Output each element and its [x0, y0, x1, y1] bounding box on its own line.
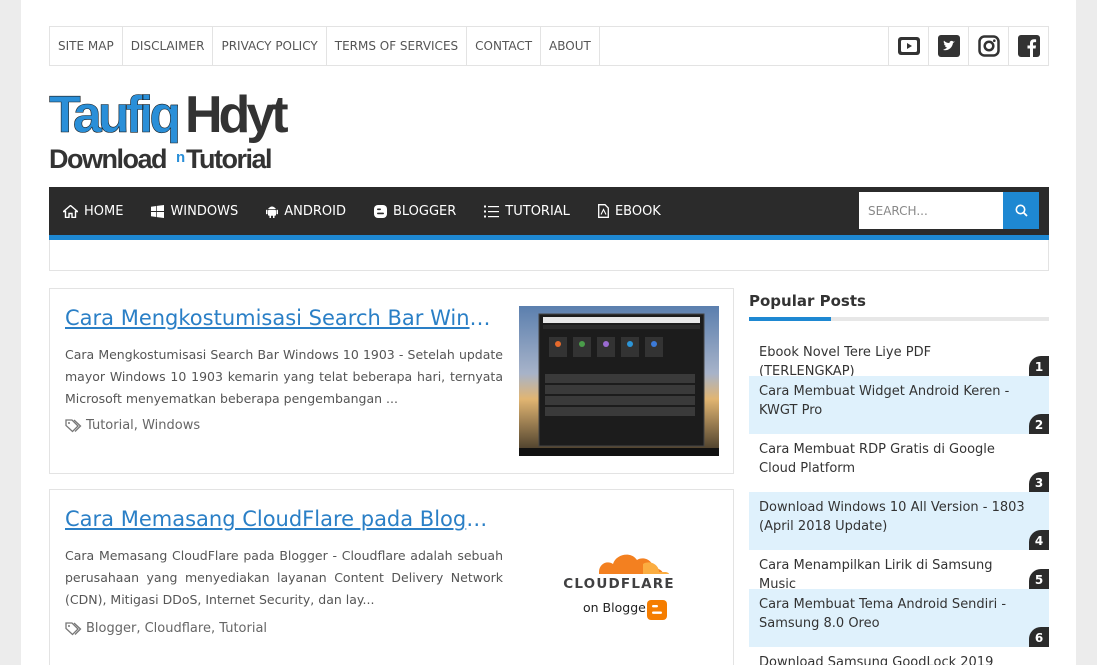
logo-text-n: n	[176, 149, 185, 166]
post-title[interactable]: Cara Mengkostumisasi Search Bar Windows …	[65, 306, 495, 330]
nav-blogger-label: BLOGGER	[392, 203, 457, 219]
main-nav: HOME WINDOWS ANDROID BLOGGER TUTORIAL EB…	[49, 187, 1049, 240]
android-icon	[266, 206, 279, 218]
nav-windows-label: WINDOWS	[170, 203, 239, 219]
nav-android-label: ANDROID	[284, 203, 346, 219]
tag-link[interactable]: Windows	[142, 418, 200, 433]
popular-post-rank: 4	[1029, 530, 1049, 550]
blogger-logo-icon	[647, 600, 667, 620]
top-nav-disclaimer[interactable]: DISCLAIMER	[123, 27, 214, 65]
popular-post-rank: 3	[1029, 472, 1049, 492]
tag-icon	[65, 621, 82, 635]
logo-text-taufiq: Taufiq	[49, 86, 178, 144]
tag-link[interactable]: Cloudflare	[145, 621, 211, 636]
popular-post-item[interactable]: Cara Membuat RDP Gratis di Google Cloud …	[749, 434, 1049, 492]
post-excerpt: Cara Mengkostumisasi Search Bar Windows …	[65, 347, 503, 406]
top-nav-sitemap[interactable]: SITE MAP	[50, 27, 123, 65]
facebook-icon[interactable]	[1008, 27, 1048, 65]
search-input[interactable]	[859, 192, 1003, 229]
popular-posts-title: Popular Posts	[749, 288, 1049, 321]
top-nav-about[interactable]: ABOUT	[541, 27, 600, 65]
post-card: Cara Memasang CloudFlare pada Blogger Ca…	[49, 489, 734, 665]
popular-post-item[interactable]: Download Windows 10 All Version - 1803 (…	[749, 492, 1049, 550]
search-button[interactable]	[1003, 192, 1039, 229]
youtube-icon[interactable]	[888, 27, 928, 65]
logo-text-download: Download	[49, 144, 166, 174]
post-thumbnail[interactable]: CLOUDFLARE on Blogger	[519, 542, 719, 632]
file-pdf-icon	[597, 204, 609, 218]
popular-post-link[interactable]: Cara Membuat Widget Android Keren - KWGT…	[759, 384, 1009, 418]
windows-icon	[151, 204, 165, 218]
main-menu: HOME WINDOWS ANDROID BLOGGER TUTORIAL EB…	[49, 187, 675, 235]
on-blogger-text: on Blogger	[583, 600, 652, 615]
popular-posts-list: Ebook Novel Tere Liye PDF (TERLENGKAP) 1…	[749, 337, 1049, 665]
popular-post-rank: 2	[1029, 414, 1049, 434]
list-icon	[484, 205, 500, 217]
popular-post-rank: 5	[1029, 569, 1049, 589]
nav-android[interactable]: ANDROID	[252, 187, 360, 235]
sub-nav-strip	[49, 240, 1049, 271]
top-nav-terms[interactable]: TERMS OF SERVICES	[327, 27, 468, 65]
popular-post-link[interactable]: Cara Membuat RDP Gratis di Google Cloud …	[759, 442, 995, 476]
popular-post-link[interactable]: Ebook Novel Tere Liye PDF (TERLENGKAP)	[759, 345, 931, 379]
nav-tutorial-label: TUTORIAL	[505, 203, 570, 219]
popular-post-rank: 6	[1029, 627, 1049, 647]
top-nav-privacy-policy[interactable]: PRIVACY POLICY	[213, 27, 327, 65]
sidebar: Popular Posts Ebook Novel Tere Liye PDF …	[749, 288, 1049, 665]
page: SITE MAP DISCLAIMER PRIVACY POLICY TERMS…	[21, 0, 1076, 665]
social-links	[888, 27, 1048, 65]
home-icon	[63, 204, 78, 218]
instagram-icon[interactable]	[968, 27, 1008, 65]
post-title[interactable]: Cara Memasang CloudFlare pada Blogger	[65, 507, 495, 531]
site-logo[interactable]: Taufiq Hdyt Download n Tutorial	[49, 80, 303, 174]
top-nav: SITE MAP DISCLAIMER PRIVACY POLICY TERMS…	[50, 27, 600, 65]
nav-ebook-label: EBOOK	[614, 203, 661, 219]
search-form	[859, 192, 1039, 229]
cloudflare-brand-text: CLOUDFLARE	[563, 576, 675, 592]
tag-link[interactable]: Tutorial	[219, 621, 267, 636]
popular-post-item[interactable]: Cara Membuat Widget Android Keren - KWGT…	[749, 376, 1049, 434]
post-thumbnail[interactable]	[519, 306, 719, 456]
nav-ebook[interactable]: EBOOK	[584, 187, 675, 235]
tag-link[interactable]: Tutorial	[86, 418, 134, 433]
popular-post-item[interactable]: Cara Menampilkan Lirik di Samsung Music …	[749, 550, 1049, 592]
popular-post-link[interactable]: Download Windows 10 All Version - 1803 (…	[759, 500, 1025, 534]
search-icon	[1015, 204, 1028, 217]
blogger-icon	[373, 204, 387, 218]
post-tags: Blogger, Cloudflare, Tutorial	[65, 621, 365, 636]
top-nav-contact[interactable]: CONTACT	[467, 27, 542, 65]
top-bar: SITE MAP DISCLAIMER PRIVACY POLICY TERMS…	[49, 26, 1049, 66]
popular-post-link[interactable]: Download Samsung GoodLock 2019	[759, 655, 993, 665]
nav-home[interactable]: HOME	[49, 187, 137, 235]
nav-tutorial[interactable]: TUTORIAL	[470, 187, 584, 235]
nav-home-label: HOME	[84, 203, 124, 219]
tag-icon	[65, 418, 82, 432]
popular-post-link[interactable]: Cara Menampilkan Lirik di Samsung Music	[759, 558, 993, 592]
twitter-icon[interactable]	[928, 27, 968, 65]
nav-windows[interactable]: WINDOWS	[137, 187, 252, 235]
logo-text-hdyt: Hdyt	[185, 86, 288, 144]
post-tags: Tutorial, Windows	[65, 418, 365, 433]
popular-post-item[interactable]: Ebook Novel Tere Liye PDF (TERLENGKAP) 1	[749, 337, 1049, 379]
popular-post-item[interactable]: Cara Membuat Tema Android Sendiri - Sams…	[749, 589, 1049, 647]
popular-post-rank: 1	[1029, 356, 1049, 376]
nav-blogger[interactable]: BLOGGER	[360, 187, 470, 235]
post-card: Cara Mengkostumisasi Search Bar Windows …	[49, 288, 734, 474]
logo-text-tutorial: Tutorial	[186, 144, 271, 174]
popular-post-item[interactable]: Download Samsung GoodLock 2019 7	[749, 647, 1049, 665]
popular-post-link[interactable]: Cara Membuat Tema Android Sendiri - Sams…	[759, 597, 1006, 631]
tag-link[interactable]: Blogger	[86, 621, 136, 636]
post-excerpt: Cara Memasang CloudFlare pada Blogger - …	[65, 548, 503, 607]
